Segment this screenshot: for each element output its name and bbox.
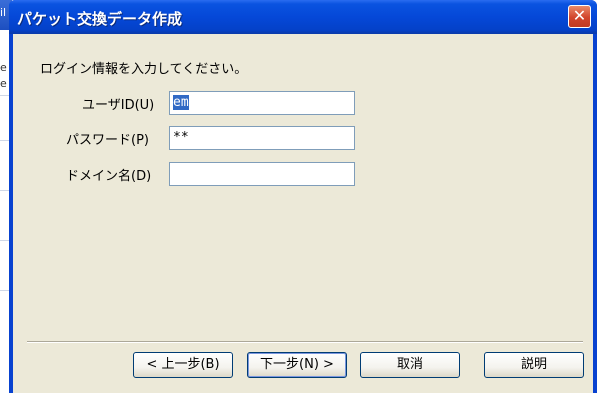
password-value: ** xyxy=(173,130,189,145)
separator xyxy=(27,341,583,343)
user-id-value: em xyxy=(173,95,189,110)
next-button[interactable]: 下一步(N) > xyxy=(247,352,347,378)
back-button[interactable]: < 上一步(B) xyxy=(133,352,233,378)
close-icon: ✕ xyxy=(572,6,587,25)
password-field[interactable]: ** xyxy=(169,126,355,150)
dialog-body: ログイン情報を入力してください。 ユーザID(U) em パスワード(P) **… xyxy=(13,34,593,393)
login-prompt: ログイン情報を入力してください。 xyxy=(40,62,248,77)
user-id-field[interactable]: em xyxy=(169,91,355,115)
domain-label: ドメイン名(D) xyxy=(66,169,152,184)
password-label: パスワード(P) xyxy=(66,133,149,148)
cancel-button[interactable]: 取消 xyxy=(360,352,460,378)
login-dialog: パケット交換データ作成 ✕ ログイン情報を入力してください。 ユーザID(U) … xyxy=(9,0,597,393)
close-button[interactable]: ✕ xyxy=(568,5,591,28)
title-bar[interactable]: パケット交換データ作成 ✕ xyxy=(9,0,597,34)
user-id-label: ユーザID(U) xyxy=(82,98,155,113)
domain-field[interactable] xyxy=(169,162,355,186)
window-title: パケット交換データ作成 xyxy=(17,10,183,28)
help-button[interactable]: 説明 xyxy=(484,352,584,378)
